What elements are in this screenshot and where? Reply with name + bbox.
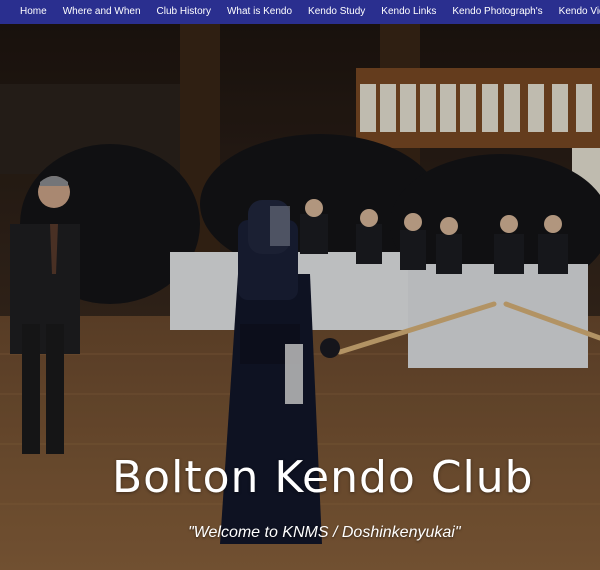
nav-kendo-photographs[interactable]: Kendo Photograph's xyxy=(444,0,550,24)
hero-banner: Bolton Kendo Club "Welcome to KNMS / Dos… xyxy=(0,24,600,570)
main-navigation: Home Where and When Club History What is… xyxy=(0,0,600,24)
nav-kendo-links[interactable]: Kendo Links xyxy=(373,0,444,24)
site-subtitle: "Welcome to KNMS / Doshinkenyukai" xyxy=(188,524,461,541)
nav-kendo-study[interactable]: Kendo Study xyxy=(300,0,373,24)
nav-home[interactable]: Home xyxy=(0,0,55,24)
nav-kendo-videos[interactable]: Kendo Videos xyxy=(551,0,600,24)
nav-what-is-kendo[interactable]: What is Kendo xyxy=(219,0,300,24)
nav-where-and-when[interactable]: Where and When xyxy=(55,0,149,24)
nav-club-history[interactable]: Club History xyxy=(149,0,219,24)
site-title: Bolton Kendo Club xyxy=(112,452,534,503)
